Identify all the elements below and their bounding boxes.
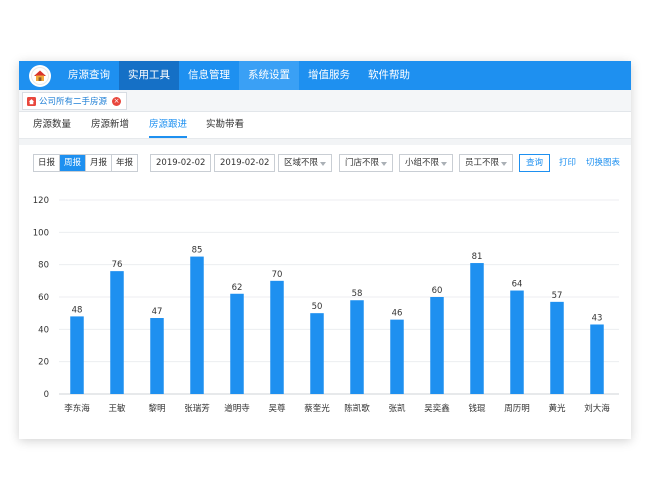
bar-value-label: 85 [192,246,203,256]
period-option-0[interactable]: 日报 [34,155,61,171]
bar-value-label: 47 [152,307,163,317]
x-category-label: 黎明 [148,403,165,414]
top-nav-bar: 房源查询 实用工具 信息管理 系统设置 增值服务 软件帮助 [19,61,631,90]
chevron-down-icon [381,162,387,166]
group-select[interactable]: 小组不限 [399,154,453,172]
print-link[interactable]: 打印 [559,154,576,172]
followup-bar-chart: 0 20 40 60 80 100 120 48 李东海 76 王敏 47 黎明 85 张瑞芳 62 道明寺 70… [33,196,619,414]
bar-value-label: 57 [552,291,563,301]
nav-item-5[interactable]: 软件帮助 [359,61,419,90]
bar[interactable] [350,300,364,394]
nav-item-2[interactable]: 信息管理 [179,61,239,90]
period-option-3[interactable]: 年报 [112,155,138,171]
x-category-label: 李东海 [64,403,90,414]
store-select-value: 门店不限 [345,158,380,168]
x-category-label: 吴尊 [268,403,286,414]
x-category-label: 黄光 [548,403,566,414]
x-category-label: 陈凯歌 [344,403,370,414]
bar[interactable] [230,293,244,394]
filter-bar: 日报 周报 月报 年报 2019-02-02 2019-02-02 区域不限 门店不限… [19,153,631,173]
bar[interactable] [550,301,564,394]
staff-select[interactable]: 员工不限 [459,154,513,172]
subtab-listing-followup[interactable]: 房源跟进 [149,112,188,138]
x-category-label: 道明寺 [224,403,250,414]
subtab-viewings[interactable]: 实勘带看 [206,112,244,138]
bar[interactable] [310,313,324,394]
bar[interactable] [70,316,84,394]
y-tick-label: 40 [38,325,49,335]
x-category-label: 张凯 [388,403,406,414]
nav-item-1[interactable]: 实用工具 [119,61,179,90]
x-category-label: 吴奕鑫 [424,403,450,414]
house-logo-icon[interactable] [29,64,51,87]
bar[interactable] [590,324,604,394]
bar[interactable] [110,271,124,394]
bar[interactable] [190,256,204,394]
y-tick-label: 100 [33,228,49,238]
sub-tab-bar: 房源数量 房源新增 房源跟进 实勘带看 [19,112,631,139]
y-tick-label: 60 [38,293,49,303]
bar-value-label: 48 [72,305,83,315]
bar-value-label: 58 [352,289,363,299]
y-tick-label: 20 [38,358,49,368]
bar-value-label: 43 [592,313,603,323]
x-category-label: 张瑞芳 [184,403,210,414]
period-switcher: 日报 周报 月报 年报 [33,154,139,172]
chevron-down-icon [441,162,447,166]
separator-band [19,139,631,145]
query-button[interactable]: 查询 [519,154,551,172]
nav-item-0[interactable]: 房源查询 [59,61,119,90]
bar[interactable] [470,263,484,394]
region-select-value: 区域不限 [284,158,319,168]
bar-value-label: 76 [112,260,123,270]
bar-value-label: 64 [512,280,523,290]
bar-value-label: 62 [232,283,243,293]
bar[interactable] [150,318,164,394]
bar-value-label: 81 [472,252,483,262]
x-category-label: 周历明 [504,404,530,414]
region-select[interactable]: 区域不限 [278,154,332,172]
page-tab-label: 公司所有二手房源 [39,97,108,107]
chevron-down-icon [501,162,507,166]
home-icon [27,96,36,106]
y-tick-label: 0 [44,390,49,400]
bar-value-label: 46 [392,309,403,319]
bar-value-label: 60 [432,286,443,296]
page-tab-bar: 公司所有二手房源 × [19,90,631,112]
store-select[interactable]: 门店不限 [339,154,393,172]
subtab-listing-count[interactable]: 房源数量 [33,112,71,138]
bar[interactable] [510,290,524,394]
subtab-new-listings[interactable]: 房源新增 [91,112,129,138]
close-icon[interactable]: × [112,96,122,106]
nav-item-3[interactable]: 系统设置 [239,61,299,90]
nav-item-4[interactable]: 增值服务 [299,61,359,90]
bar[interactable] [270,280,284,394]
period-option-1[interactable]: 周报 [60,155,87,171]
x-category-label: 刘大海 [584,403,610,414]
chevron-down-icon [320,162,326,166]
x-category-label: 蔡奎光 [304,403,330,414]
y-tick-label: 80 [38,261,49,271]
bar-value-label: 70 [272,270,283,280]
group-select-value: 小组不限 [405,158,440,168]
x-category-label: 钱琨 [468,403,486,414]
period-option-2[interactable]: 月报 [86,155,113,171]
date-end-input[interactable]: 2019-02-02 [214,154,276,172]
bar-value-label: 50 [312,302,323,312]
y-tick-label: 120 [33,196,49,206]
bar[interactable] [390,319,404,394]
app-window: 房源查询 实用工具 信息管理 系统设置 增值服务 软件帮助 公司所有二手房源 × 房源数量… [19,61,631,439]
staff-select-value: 员工不限 [465,158,500,168]
page-tab-all-second-hand[interactable]: 公司所有二手房源 × [22,92,128,110]
bar[interactable] [430,297,444,394]
date-start-input[interactable]: 2019-02-02 [150,154,212,172]
x-category-label: 王敏 [108,403,126,414]
switch-chart-link[interactable]: 切换图表 [586,154,620,172]
